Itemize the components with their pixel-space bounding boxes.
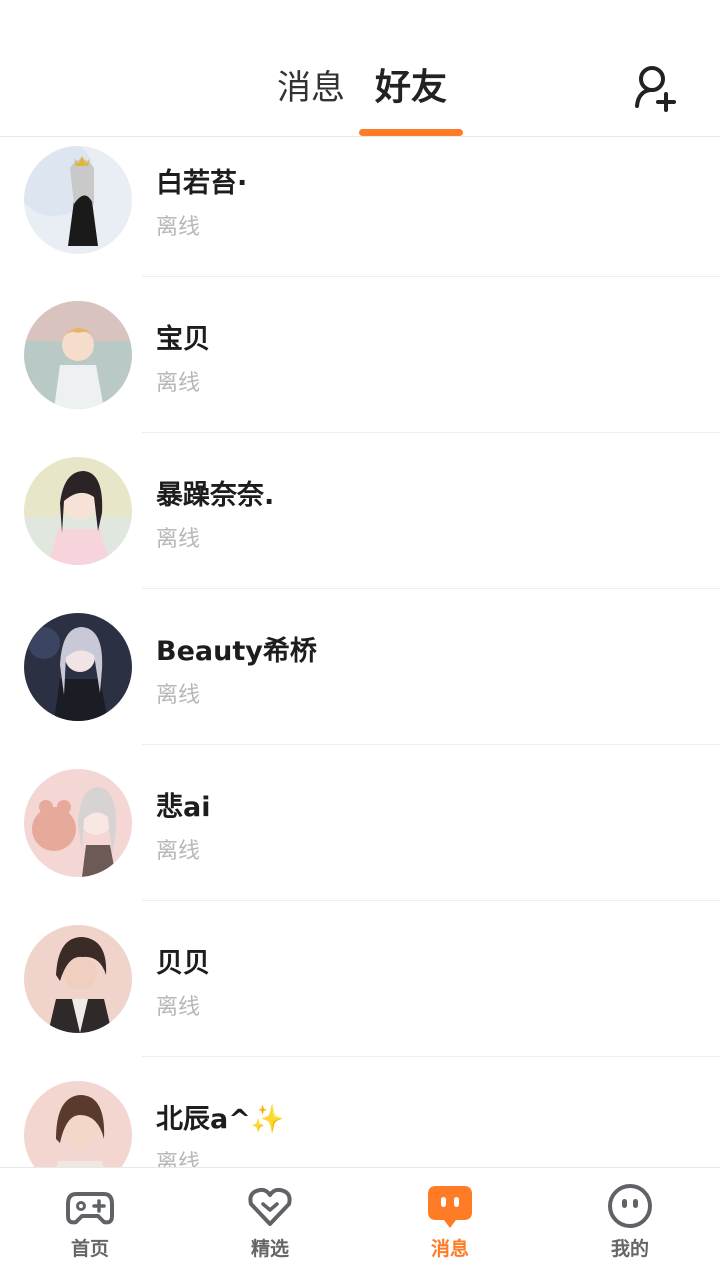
friend-name: 北辰a^✨: [156, 1104, 285, 1135]
face-icon: [606, 1182, 654, 1230]
friend-list: 白若苔· 离线 宝贝 离线 暴躁奈奈. 离线 Beauty希桥 离线 悲ai 离…: [0, 137, 720, 1167]
nav-profile-label: 我的: [610, 1238, 649, 1260]
nav-profile[interactable]: 我的: [540, 1168, 720, 1281]
message-icon: [426, 1182, 474, 1230]
tab-messages[interactable]: 消息: [277, 62, 345, 114]
nav-featured-label: 精选: [250, 1238, 289, 1260]
active-tab-indicator: [359, 129, 463, 136]
gamepad-icon: [66, 1182, 114, 1230]
friend-status: 离线: [156, 215, 201, 240]
friend-name: 宝贝: [156, 324, 210, 355]
friend-status: 离线: [156, 1151, 201, 1167]
friend-name: 白若苔·: [156, 168, 248, 199]
friend-item[interactable]: 北辰a^✨ 离线: [0, 1057, 720, 1167]
avatar: [24, 146, 132, 254]
friend-item[interactable]: 暴躁奈奈. 离线: [0, 433, 720, 589]
friend-item[interactable]: 宝贝 离线: [0, 277, 720, 433]
avatar: [24, 925, 132, 1033]
top-bar: 消息 好友: [0, 0, 720, 137]
avatar: [24, 613, 132, 721]
friend-item[interactable]: 悲ai 离线: [0, 745, 720, 901]
friend-status: 离线: [156, 683, 201, 708]
nav-home-label: 首页: [70, 1238, 109, 1260]
friend-name: 暴躁奈奈.: [156, 480, 275, 511]
nav-messages[interactable]: 消息: [360, 1168, 540, 1281]
heart-icon: [246, 1182, 294, 1230]
avatar: [24, 301, 132, 409]
nav-home[interactable]: 首页: [0, 1168, 180, 1281]
friend-name: Beauty希桥: [156, 636, 317, 667]
friend-item[interactable]: 贝贝 离线: [0, 901, 720, 1057]
friend-item[interactable]: 白若苔· 离线: [0, 137, 720, 293]
avatar: [24, 1081, 132, 1167]
friend-item[interactable]: Beauty希桥 离线: [0, 589, 720, 745]
friend-status: 离线: [156, 371, 201, 396]
avatar: [24, 457, 132, 565]
bottom-tab-bar: 首页 精选 消息 我的: [0, 1167, 720, 1281]
add-user-icon[interactable]: [628, 62, 682, 114]
friend-status: 离线: [156, 839, 201, 864]
friend-status: 离线: [156, 995, 201, 1020]
avatar: [24, 769, 132, 877]
nav-messages-label: 消息: [430, 1238, 469, 1260]
friend-name: 贝贝: [156, 948, 210, 979]
friend-name: 悲ai: [156, 792, 211, 823]
friend-status: 离线: [156, 527, 201, 552]
tab-friends[interactable]: 好友: [375, 62, 447, 114]
nav-featured[interactable]: 精选: [180, 1168, 360, 1281]
